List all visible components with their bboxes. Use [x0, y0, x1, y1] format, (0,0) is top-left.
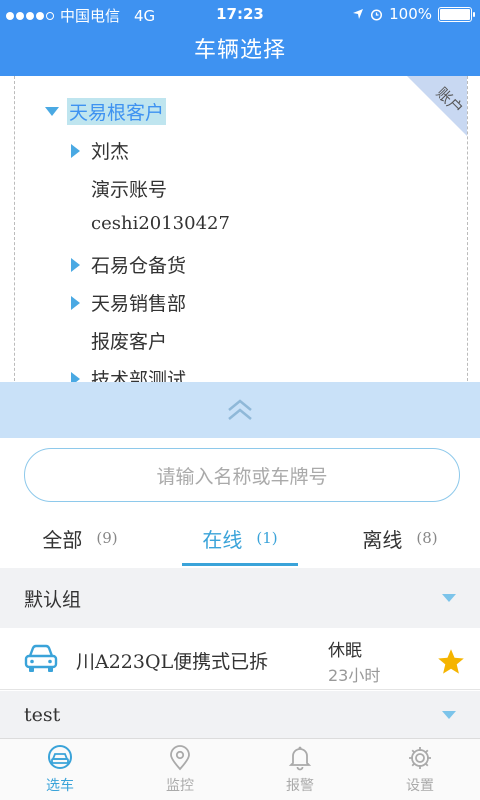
- group-caret-icon: [442, 594, 456, 602]
- wave-edge-bottom: [0, 434, 480, 438]
- tree-item-label: 石易仓备货: [91, 255, 187, 277]
- gear-icon: [409, 746, 431, 769]
- vehicle-name: 川A223QL便携式已拆: [76, 651, 269, 673]
- tree-root-node[interactable]: 天易根客户: [45, 98, 167, 125]
- alarm-clock-icon: [371, 8, 383, 21]
- tab-count: (1): [256, 529, 278, 547]
- tree-item-label: 刘杰: [91, 141, 130, 163]
- group-header-test[interactable]: test: [0, 691, 480, 738]
- tab-all[interactable]: 全部 (9): [0, 510, 160, 566]
- nav-label: 报警: [286, 777, 314, 794]
- nav-label: 监控: [166, 777, 194, 794]
- tab-label: 在线: [202, 527, 243, 552]
- vehicle-row[interactable]: 川A223QL便携式已拆 休眠 23小时: [0, 628, 480, 690]
- status-bar: 中国电信 4G 17:23 100%: [0, 0, 480, 28]
- tree-item-shiyi-warehouse[interactable]: 石易仓备货: [71, 251, 186, 278]
- collapsed-caret-icon: [71, 143, 80, 158]
- tree-item-label: 报废客户: [91, 331, 168, 353]
- car-icon: [24, 644, 58, 672]
- collapsed-caret-icon: [71, 295, 80, 310]
- tab-label: 全部: [42, 527, 83, 552]
- car-select-icon: [48, 744, 72, 769]
- nav-select-vehicle[interactable]: 选车: [0, 739, 120, 800]
- tree-item-demo-account[interactable]: 演示账号: [71, 175, 167, 202]
- nav-alarm[interactable]: 报警: [240, 739, 360, 800]
- status-tabs: 全部 (9) 在线 (1) 离线 (8): [0, 510, 480, 566]
- page-title: 车辆选择: [0, 28, 480, 76]
- collapsed-caret-icon: [71, 257, 80, 272]
- nav-label: 选车: [46, 777, 74, 794]
- tree-item-liujie[interactable]: 刘杰: [71, 137, 129, 164]
- tab-count: (8): [416, 529, 438, 547]
- group-name: test: [24, 703, 61, 726]
- tree-item-label: ceshi20130427: [91, 213, 230, 234]
- search-placeholder: 请输入名称或车牌号: [156, 465, 328, 488]
- tab-label: 离线: [362, 527, 403, 552]
- nav-monitor[interactable]: 监控: [120, 739, 240, 800]
- tree-root-label: 天易根客户: [67, 98, 167, 125]
- favorite-star-icon[interactable]: [436, 648, 466, 676]
- tree-item-label: 天易销售部: [91, 293, 187, 315]
- tab-count: (9): [96, 529, 118, 547]
- location-arrow-icon: [353, 9, 364, 19]
- collapse-tree-bar[interactable]: [0, 382, 480, 438]
- nav-label: 设置: [406, 777, 434, 794]
- bottom-navigation: 选车 监控 报警 设置: [0, 738, 480, 800]
- group-header-default[interactable]: 默认组: [0, 568, 480, 628]
- vehicle-status: 休眠: [328, 641, 362, 661]
- tab-online[interactable]: 在线 (1): [160, 510, 320, 566]
- vehicle-status-duration: 23小时: [328, 666, 381, 685]
- account-tree-panel: 账户 天易根客户 刘杰 演示账号 ceshi20130427 石易仓备货 天易销…: [14, 76, 468, 386]
- search-input[interactable]: 请输入名称或车牌号: [24, 448, 460, 502]
- location-pin-icon: [170, 744, 190, 770]
- tree-item-scrap-customer[interactable]: 报废客户: [71, 327, 167, 354]
- double-chevron-up-icon: [228, 399, 252, 420]
- group-name: 默认组: [24, 588, 82, 611]
- bell-icon: [288, 746, 312, 770]
- battery-percent: 100%: [389, 5, 432, 23]
- wave-edge-top: [0, 382, 480, 386]
- group-caret-icon: [442, 710, 456, 719]
- tree-item-label: 演示账号: [91, 179, 168, 201]
- tree-item-sales-dept[interactable]: 天易销售部: [71, 289, 186, 316]
- battery-icon: [438, 6, 475, 22]
- nav-settings[interactable]: 设置: [360, 739, 480, 800]
- account-corner-tag[interactable]: 账户: [407, 76, 467, 136]
- tab-offline[interactable]: 离线 (8): [320, 510, 480, 566]
- tree-item-ceshi[interactable]: ceshi20130427: [71, 213, 230, 234]
- status-right: 100%: [352, 5, 475, 23]
- expanded-caret-icon: [45, 107, 59, 116]
